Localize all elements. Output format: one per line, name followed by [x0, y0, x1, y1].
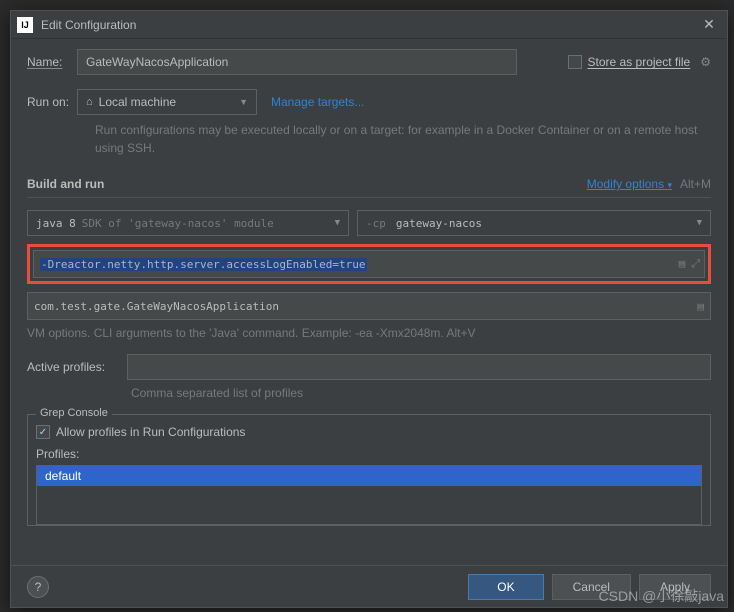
close-icon[interactable]: ✕ — [697, 16, 721, 33]
list-icon[interactable]: ▤ — [679, 257, 686, 271]
cp-prefix: -cp — [366, 217, 386, 230]
profiles-list[interactable]: default — [36, 465, 702, 525]
profile-item-default[interactable]: default — [37, 466, 701, 486]
run-on-label: Run on: — [27, 95, 77, 109]
manage-targets-link[interactable]: Manage targets... — [271, 95, 364, 109]
name-label: Name: — [27, 55, 77, 69]
jdk-hint: SDK of 'gateway-nacos' module — [82, 217, 274, 230]
chevron-down-icon: ▼ — [697, 218, 702, 228]
expand-icon[interactable]: ⤢ — [691, 257, 700, 271]
grep-console-fieldset: Grep Console ✓ Allow profiles in Run Con… — [27, 414, 711, 526]
help-button[interactable]: ? — [27, 576, 49, 598]
active-profiles-input[interactable] — [127, 354, 711, 380]
build-run-title: Build and run — [27, 177, 104, 191]
chevron-down-icon: ▾ — [667, 180, 672, 190]
home-icon: ⌂ — [86, 96, 93, 108]
store-label: Store as project file — [588, 55, 691, 69]
vm-options-input[interactable]: -Dreactor.netty.http.server.accessLogEna… — [33, 250, 705, 278]
vm-options-text: -Dreactor.netty.http.server.accessLogEna… — [40, 258, 367, 271]
store-as-project-file[interactable]: Store as project file ⚙ — [568, 55, 711, 69]
modify-options-link[interactable]: Modify options ▾ — [587, 177, 672, 191]
run-on-selected: Local machine — [99, 95, 176, 109]
intellij-icon: IJ — [17, 17, 33, 33]
classpath-dropdown[interactable]: -cp gateway-nacos ▼ — [357, 210, 711, 236]
cp-value: gateway-nacos — [396, 217, 482, 230]
run-on-help: Run configurations may be executed local… — [95, 121, 711, 157]
chevron-down-icon: ▼ — [335, 218, 340, 228]
grep-console-legend: Grep Console — [36, 407, 112, 419]
profiles-list-label: Profiles: — [36, 447, 702, 461]
allow-profiles-label: Allow profiles in Run Configurations — [56, 425, 245, 439]
active-profiles-hint: Comma separated list of profiles — [131, 386, 711, 400]
button-bar: ? OK Cancel Apply — [11, 565, 727, 607]
edit-configuration-dialog: IJ Edit Configuration ✕ Name: Store as p… — [10, 10, 728, 608]
run-on-dropdown[interactable]: ⌂ Local machine ▼ — [77, 89, 257, 115]
active-profiles-label: Active profiles: — [27, 360, 119, 374]
cancel-button[interactable]: Cancel — [552, 574, 631, 600]
dialog-title: Edit Configuration — [41, 18, 136, 32]
jdk-dropdown[interactable]: java 8 SDK of 'gateway-nacos' module ▼ — [27, 210, 349, 236]
main-class-input[interactable]: com.test.gate.GateWayNacosApplication ▤ — [27, 292, 711, 320]
chevron-down-icon: ▼ — [239, 97, 248, 107]
jdk-label: java 8 — [36, 217, 76, 230]
vm-options-highlight: -Dreactor.netty.http.server.accessLogEna… — [27, 244, 711, 284]
gear-icon[interactable]: ⚙ — [700, 55, 711, 69]
list-icon[interactable]: ▤ — [697, 300, 704, 313]
titlebar: IJ Edit Configuration ✕ — [11, 11, 727, 39]
apply-button[interactable]: Apply — [639, 574, 711, 600]
ok-button[interactable]: OK — [468, 574, 543, 600]
vm-hint: VM options. CLI arguments to the 'Java' … — [27, 326, 711, 340]
store-checkbox[interactable] — [568, 55, 582, 69]
allow-profiles-checkbox[interactable]: ✓ — [36, 425, 50, 439]
modify-shortcut: Alt+M — [680, 177, 711, 191]
main-class-text: com.test.gate.GateWayNacosApplication — [34, 300, 279, 313]
name-input[interactable] — [77, 49, 517, 75]
